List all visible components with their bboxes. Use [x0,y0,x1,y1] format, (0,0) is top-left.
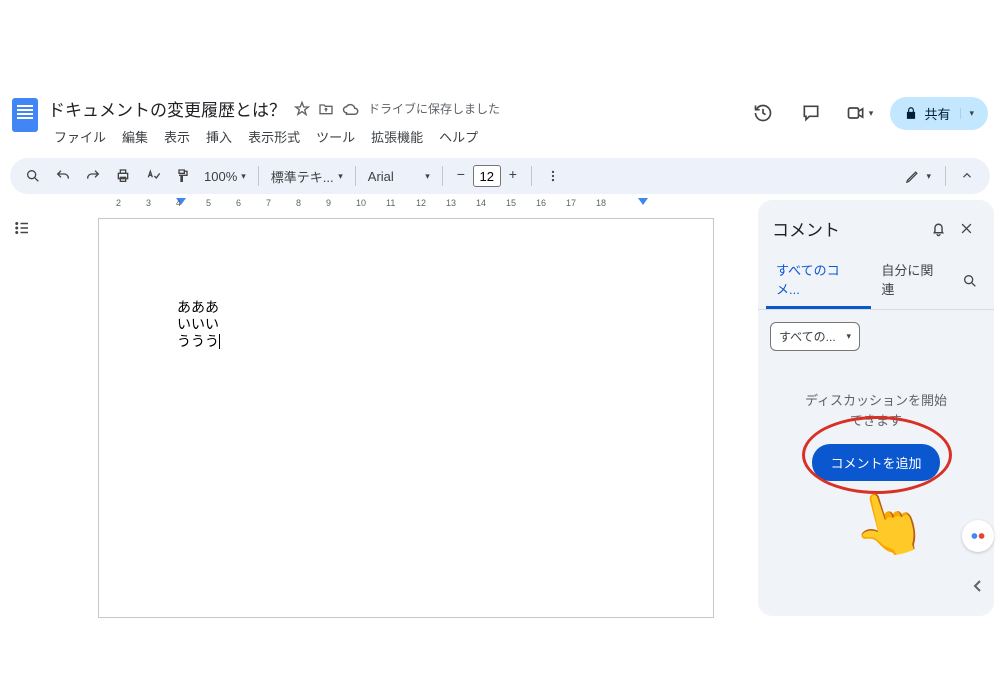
separator [945,166,946,186]
share-button[interactable]: 共有 ▾ [890,97,988,130]
editing-mode-select[interactable]: ▾ [899,165,937,188]
ruler[interactable]: 2 3 4 5 6 7 8 9 10 11 12 13 14 15 16 17 … [98,198,754,216]
toolbar: 100%▾ 標準テキ...▾ Arial▾ − + ▾ [10,158,990,194]
search-comments-icon[interactable] [955,252,986,309]
search-icon[interactable] [20,163,46,189]
separator [442,166,443,186]
document-container: 2 3 4 5 6 7 8 9 10 11 12 13 14 15 16 17 … [38,198,754,626]
menu-format[interactable]: 表示形式 [242,125,306,148]
menu-edit[interactable]: 編集 [116,125,154,148]
undo-icon[interactable] [50,163,76,189]
docs-logo[interactable] [12,98,38,132]
move-icon[interactable] [318,101,334,117]
cloud-status-icon[interactable] [342,102,360,116]
document-title[interactable]: ドキュメントの変更履歴とは？ [48,96,286,121]
comments-panel: コメント すべてのコメ... 自分に関連 すべての...▾ [758,200,994,616]
font-size-increase[interactable]: + [503,166,523,186]
more-tools-icon[interactable] [540,163,566,189]
tab-all-comments[interactable]: すべてのコメ... [766,252,871,309]
meet-icon[interactable]: ▾ [842,96,876,130]
paint-format-icon[interactable] [170,163,196,189]
share-dropdown-icon[interactable]: ▾ [960,108,974,119]
document-text[interactable]: あああ いいい ううう [177,299,635,349]
comments-empty-text: ディスカッションを開始 できます [770,391,982,430]
share-label: 共有 [924,104,950,123]
menu-help[interactable]: ヘルプ [433,125,484,148]
history-icon[interactable] [746,96,780,130]
notifications-icon[interactable] [924,214,952,242]
indent-handle-right[interactable] [638,198,648,205]
close-panel-icon[interactable] [952,214,980,242]
font-size-input[interactable] [473,165,501,187]
menu-tools[interactable]: ツール [310,125,361,148]
comments-panel-title: コメント [772,216,924,241]
menu-bar: ファイル 編集 表示 挿入 表示形式 ツール 拡張機能 ヘルプ [48,125,736,148]
side-collapse-icon[interactable] [969,570,987,602]
font-select[interactable]: Arial▾ [364,169,434,184]
comments-icon[interactable] [794,96,828,130]
comments-filter-select[interactable]: すべての...▾ [770,322,860,351]
spellcheck-icon[interactable] [140,163,166,189]
menu-file[interactable]: ファイル [48,125,112,148]
separator [258,166,259,186]
save-status: ドライブに保存しました [368,100,500,117]
zoom-select[interactable]: 100%▾ [200,169,250,184]
star-icon[interactable] [294,101,310,117]
menu-view[interactable]: 表示 [158,125,196,148]
separator [531,166,532,186]
menu-extensions[interactable]: 拡張機能 [365,125,429,148]
document-page[interactable]: あああ いいい ううう [98,218,714,618]
expand-icon[interactable] [954,163,980,189]
font-size-decrease[interactable]: − [451,166,471,186]
redo-icon[interactable] [80,163,106,189]
add-comment-button[interactable]: コメントを追加 [812,444,939,481]
print-icon[interactable] [110,163,136,189]
title-bar: ドキュメントの変更履歴とは？ ドライブに保存しました ファイル 編集 表示 挿入… [0,90,1000,154]
font-size-control: − + [451,165,523,187]
separator [355,166,356,186]
paragraph-style-select[interactable]: 標準テキ...▾ [267,167,347,186]
menu-insert[interactable]: 挿入 [200,125,238,148]
text-cursor [219,334,220,349]
outline-toggle-icon[interactable] [6,212,38,244]
tab-my-comments[interactable]: 自分に関連 [871,252,954,309]
side-float-button[interactable] [962,520,994,552]
